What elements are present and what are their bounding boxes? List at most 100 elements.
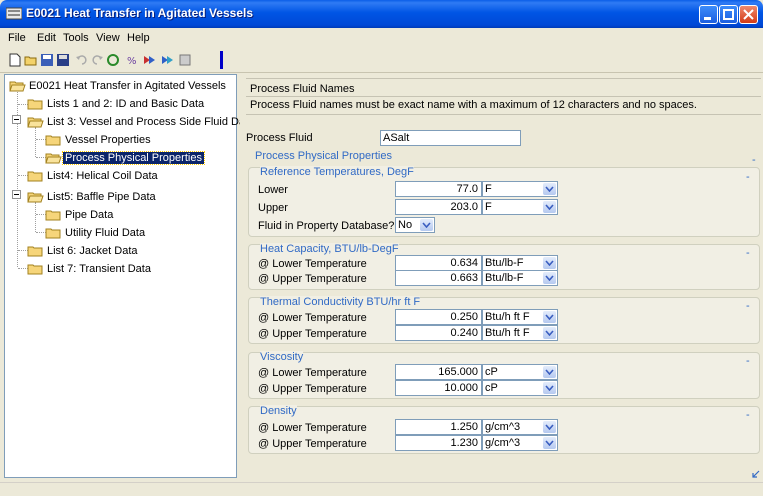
density-title: Density — [260, 405, 297, 417]
redo-icon[interactable] — [90, 53, 104, 67]
new-file-icon[interactable] — [8, 53, 22, 67]
separator — [246, 96, 761, 97]
tc-upper-input[interactable]: 0.240 — [395, 325, 482, 341]
menu-file[interactable]: File — [8, 32, 26, 44]
hc-upper-input[interactable]: 0.663 — [395, 270, 482, 286]
minimize-button[interactable] — [699, 5, 718, 24]
folder-icon — [27, 246, 43, 257]
collapse-density[interactable]: - — [746, 409, 750, 421]
collapse-viscosity[interactable]: - — [746, 355, 750, 367]
collapse-toggle[interactable] — [12, 115, 21, 124]
property-db-label: Fluid in Property Database? — [258, 220, 395, 232]
dens-lower-unit-select[interactable]: g/cm^3 — [482, 419, 558, 435]
dropdown-arrow-icon[interactable] — [543, 382, 556, 394]
title-bar[interactable]: E0021 Heat Transfer in Agitated Vessels — [0, 0, 763, 28]
names-note: Process Fluid names must be exact name w… — [250, 99, 697, 111]
report-icon[interactable] — [178, 53, 192, 67]
window-title: E0021 Heat Transfer in Agitated Vessels — [26, 6, 253, 20]
navigation-tree: E0021 Heat Transfer in Agitated Vessels … — [4, 74, 254, 478]
menu-view[interactable]: View — [96, 32, 120, 44]
collapse-toggle[interactable] — [12, 190, 21, 199]
open-folder-icon[interactable] — [24, 53, 38, 67]
tree-connector — [35, 202, 36, 232]
dens-upper-unit-select[interactable]: g/cm^3 — [482, 435, 558, 451]
step-icon[interactable] — [160, 53, 174, 67]
upper-temp-unit-select[interactable]: F — [482, 199, 558, 215]
heat-capacity-title: Heat Capacity, BTU/lb-DegF — [260, 243, 399, 255]
undo-icon[interactable] — [75, 53, 89, 67]
separator — [246, 78, 761, 79]
folder-icon — [45, 228, 61, 239]
folder-icon — [27, 171, 43, 182]
refresh-icon[interactable] — [106, 53, 120, 67]
hc-lower-unit-select[interactable]: Btu/lb-F — [482, 255, 558, 271]
save-icon[interactable] — [40, 53, 54, 67]
resize-arrow-icon[interactable] — [752, 470, 760, 478]
menu-bar: File Edit Tools View Help — [0, 28, 763, 48]
dropdown-arrow-icon[interactable] — [543, 183, 556, 195]
collapse-ref-temps[interactable]: - — [746, 171, 750, 183]
close-button[interactable] — [739, 5, 758, 24]
close-icon — [743, 9, 754, 20]
property-db-select[interactable]: No — [395, 217, 435, 233]
tc-upper-label: @ Upper Temperature — [258, 328, 367, 340]
dropdown-arrow-icon[interactable] — [543, 272, 556, 284]
folder-icon — [45, 135, 61, 146]
dropdown-arrow-icon[interactable] — [543, 327, 556, 339]
tc-lower-input[interactable]: 0.250 — [395, 309, 482, 325]
visc-lower-input[interactable]: 165.000 — [395, 364, 482, 380]
lower-temp-unit-select[interactable]: F — [482, 181, 558, 197]
dens-lower-label: @ Lower Temperature — [258, 422, 367, 434]
collapse-thermal-conductivity[interactable]: - — [746, 300, 750, 312]
process-fluid-input[interactable]: ASalt — [380, 130, 521, 146]
folder-icon — [27, 99, 43, 110]
dropdown-arrow-icon[interactable] — [543, 257, 556, 269]
visc-lower-unit-select[interactable]: cP — [482, 364, 558, 380]
dropdown-arrow-icon[interactable] — [543, 437, 556, 449]
maximize-button[interactable] — [719, 5, 738, 24]
process-fluid-label: Process Fluid — [246, 132, 313, 144]
upper-temp-input[interactable]: 203.0 — [395, 199, 482, 215]
collapse-heat-capacity[interactable]: - — [746, 247, 750, 259]
dens-lower-input[interactable]: 1.250 — [395, 419, 482, 435]
dropdown-arrow-icon[interactable] — [543, 366, 556, 378]
folder-icon — [45, 210, 61, 221]
toolbar: % — [0, 48, 763, 73]
visc-lower-label: @ Lower Temperature — [258, 367, 367, 379]
visc-upper-unit-select[interactable]: cP — [482, 380, 558, 396]
hc-lower-input[interactable]: 0.634 — [395, 255, 482, 271]
visc-upper-input[interactable]: 10.000 — [395, 380, 482, 396]
section-title: Process Physical Properties — [255, 150, 392, 162]
tc-lower-label: @ Lower Temperature — [258, 312, 367, 324]
hc-upper-label: @ Upper Temperature — [258, 273, 367, 285]
dropdown-arrow-icon[interactable] — [543, 201, 556, 213]
dens-upper-label: @ Upper Temperature — [258, 438, 367, 450]
dropdown-arrow-icon[interactable] — [543, 421, 556, 433]
hc-lower-label: @ Lower Temperature — [258, 258, 367, 270]
hc-upper-unit-select[interactable]: Btu/lb-F — [482, 270, 558, 286]
collapse-section[interactable]: - — [752, 154, 756, 166]
calculate-icon[interactable]: % — [126, 53, 140, 67]
save-all-icon[interactable] — [56, 53, 70, 67]
minimize-icon — [704, 17, 711, 20]
status-bar — [0, 482, 763, 496]
lower-temp-label: Lower — [258, 184, 288, 196]
dens-upper-input[interactable]: 1.230 — [395, 435, 482, 451]
tc-lower-unit-select[interactable]: Btu/h ft F — [482, 309, 558, 325]
menu-help[interactable]: Help — [127, 32, 150, 44]
dropdown-arrow-icon[interactable] — [420, 219, 433, 231]
dropdown-arrow-icon[interactable] — [543, 311, 556, 323]
menu-edit[interactable]: Edit — [37, 32, 56, 44]
folder-icon — [27, 264, 43, 275]
lower-temp-input[interactable]: 77.0 — [395, 181, 482, 197]
tree-connector — [35, 127, 36, 157]
folder-open-icon — [27, 192, 44, 203]
names-heading: Process Fluid Names — [250, 83, 355, 95]
menu-tools[interactable]: Tools — [63, 32, 89, 44]
run-icon[interactable] — [142, 53, 156, 67]
folder-open-icon — [9, 81, 26, 92]
ref-temps-title: Reference Temperatures, DegF — [260, 166, 414, 178]
tc-upper-unit-select[interactable]: Btu/h ft F — [482, 325, 558, 341]
thermal-conductivity-title: Thermal Conductivity BTU/hr ft F — [260, 296, 421, 308]
app-icon — [6, 7, 22, 20]
